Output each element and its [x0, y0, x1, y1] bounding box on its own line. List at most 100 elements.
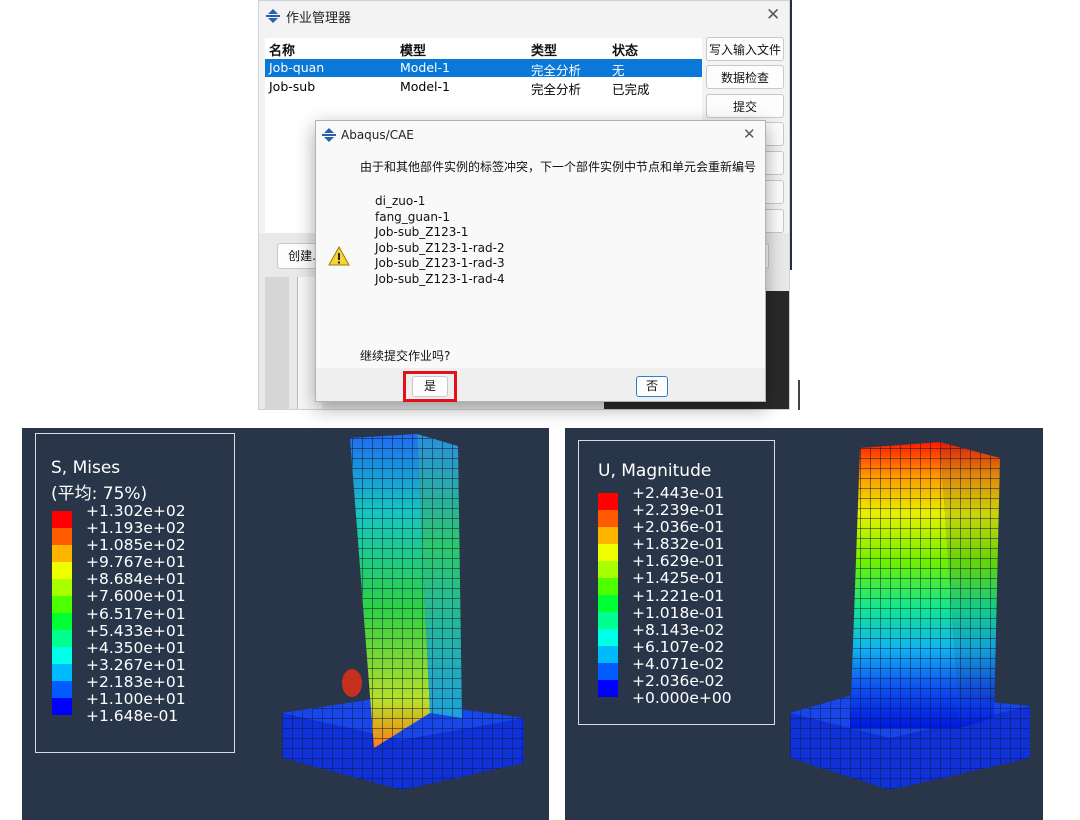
column-header-type[interactable]: 类型	[531, 40, 557, 59]
list-item: Job-sub_Z123-1-rad-4	[375, 271, 505, 286]
legend-title: S, Mises	[51, 458, 121, 478]
dialog-message: 由于和其他部件实例的标签冲突，下一个部件实例中节点和单元会重新编号	[360, 160, 757, 174]
list-item: fang_guan-1	[375, 209, 450, 224]
job-model: Model-1	[400, 60, 450, 75]
displacement-contour-viewport[interactable]: U, Magnitude +2.443e-01 +2.239e-01 +2.03…	[565, 428, 1043, 820]
legend-swatch	[52, 698, 72, 715]
legend-swatch	[598, 493, 618, 510]
dialog-question: 继续提交作业吗?	[360, 349, 451, 363]
list-item: di_zuo-1	[375, 194, 426, 208]
legend-title: U, Magnitude	[598, 461, 712, 481]
legend-value: +1.085e+02	[86, 536, 186, 555]
legend-swatch	[598, 595, 618, 612]
legend-swatch	[52, 630, 72, 647]
legend-swatch	[52, 647, 72, 664]
legend-value: +5.433e+01	[86, 621, 186, 640]
legend-swatch	[598, 527, 618, 544]
legend-swatch	[598, 646, 618, 663]
legend-swatch	[598, 561, 618, 578]
legend-value: +4.071e-02	[632, 654, 725, 673]
column-header-name[interactable]: 名称	[269, 40, 295, 59]
color-scale	[52, 511, 72, 715]
legend-value: +1.221e-01	[632, 586, 725, 605]
legend-swatch	[52, 664, 72, 681]
dialog-title: Abaqus/CAE	[341, 128, 414, 142]
column-header-model[interactable]: 模型	[400, 40, 426, 59]
legend-swatch	[52, 545, 72, 562]
legend-values: +2.443e-01 +2.239e-01 +2.036e-01 +1.832e…	[632, 484, 732, 708]
legend-swatch	[598, 612, 618, 629]
job-status: 已完成	[612, 82, 650, 97]
job-type: 完全分析	[531, 82, 582, 97]
legend-value: +8.684e+01	[86, 570, 186, 589]
legend-value: +2.036e-01	[632, 518, 725, 537]
legend-swatch	[598, 663, 618, 680]
job-manager-titlebar: 作业管理器 ✕	[259, 1, 789, 31]
legend-swatch	[52, 579, 72, 596]
legend-value: +1.302e+02	[86, 502, 186, 520]
legend-value: +3.267e+01	[86, 655, 186, 674]
list-item: Job-sub_Z123-1	[375, 225, 469, 239]
color-scale	[598, 493, 618, 697]
legend-value: +6.107e-02	[632, 637, 725, 656]
legend-swatch	[52, 562, 72, 579]
legend-value: +1.425e-01	[632, 569, 725, 588]
legend-value: +9.767e+01	[86, 553, 186, 572]
job-status: 无	[612, 63, 625, 78]
job-name: Job-sub	[269, 79, 316, 94]
legend-value: +1.629e-01	[632, 552, 725, 571]
cursor-mark	[798, 380, 800, 410]
legend-value: +2.239e-01	[632, 501, 725, 520]
legend-swatch	[598, 578, 618, 595]
legend-values: +1.302e+02 +1.193e+02 +1.085e+02 +9.767e…	[86, 502, 186, 726]
legend-value: +6.517e+01	[86, 604, 186, 623]
list-item: Job-sub_Z123-1-rad-3	[375, 256, 505, 270]
stress-mesh-model	[282, 434, 524, 790]
legend-value: +1.018e-01	[632, 603, 725, 622]
write-input-file-button[interactable]: 写入输入文件	[706, 37, 784, 61]
legend-value: +7.600e+01	[86, 587, 186, 606]
stress-contour-viewport[interactable]: S, Mises (平均: 75%) +1.302e+02 +1.193e+02…	[22, 428, 549, 820]
legend-value: +0.000e+00	[632, 689, 732, 708]
legend-swatch	[52, 681, 72, 698]
tree-panel-edge	[265, 277, 289, 409]
dialog-footer	[316, 368, 765, 401]
legend-swatch	[598, 629, 618, 646]
legend-value: +2.183e+01	[86, 672, 186, 691]
data-check-button[interactable]: 数据检查	[706, 65, 784, 89]
legend-swatch	[598, 544, 618, 561]
instance-list: di_zuo-1 fang_guan-1 Job-sub_Z123-1 Job-…	[375, 194, 505, 287]
table-row[interactable]: Job-sub Model-1 完全分析 已完成	[265, 78, 702, 97]
legend-swatch	[52, 613, 72, 630]
legend-value: +4.350e+01	[86, 638, 186, 657]
list-item: Job-sub_Z123-1-rad-2	[375, 240, 505, 255]
job-model: Model-1	[400, 79, 450, 94]
legend-value: +1.832e-01	[632, 535, 725, 554]
displacement-mesh-model	[790, 442, 1030, 790]
legend-value: +8.143e-02	[632, 620, 725, 639]
submit-button[interactable]: 提交	[706, 94, 784, 118]
warning-triangle-icon	[328, 246, 350, 266]
window-edge	[790, 0, 792, 270]
legend-value: +1.193e+02	[86, 519, 186, 538]
legend-subtitle: (平均: 75%)	[51, 484, 148, 504]
abaqus-logo-icon	[322, 128, 336, 142]
legend-value: +1.648e-01	[86, 707, 179, 726]
stress-legend: S, Mises (平均: 75%) +1.302e+02 +1.193e+02…	[35, 433, 235, 753]
job-manager-title: 作业管理器	[286, 11, 352, 26]
job-name: Job-quan	[269, 60, 325, 75]
close-icon[interactable]: ✕	[743, 127, 756, 142]
yes-button[interactable]: 是	[412, 376, 448, 397]
legend-value: +2.036e-02	[632, 672, 725, 691]
no-button[interactable]: 否	[636, 376, 668, 397]
abaqus-message-dialog: Abaqus/CAE ✕ 由于和其他部件实例的标签冲突，下一个部件实例中节点和单…	[315, 120, 766, 402]
table-row[interactable]: Job-quan Model-1 完全分析 无	[265, 59, 702, 78]
legend-swatch	[598, 510, 618, 527]
legend-value: +2.443e-01	[632, 484, 725, 502]
job-type: 完全分析	[531, 63, 582, 78]
close-icon[interactable]: ✕	[766, 7, 780, 24]
displacement-legend: U, Magnitude +2.443e-01 +2.239e-01 +2.03…	[578, 440, 775, 725]
legend-swatch	[52, 511, 72, 528]
legend-value: +1.100e+01	[86, 690, 186, 709]
column-header-status[interactable]: 状态	[612, 40, 638, 59]
